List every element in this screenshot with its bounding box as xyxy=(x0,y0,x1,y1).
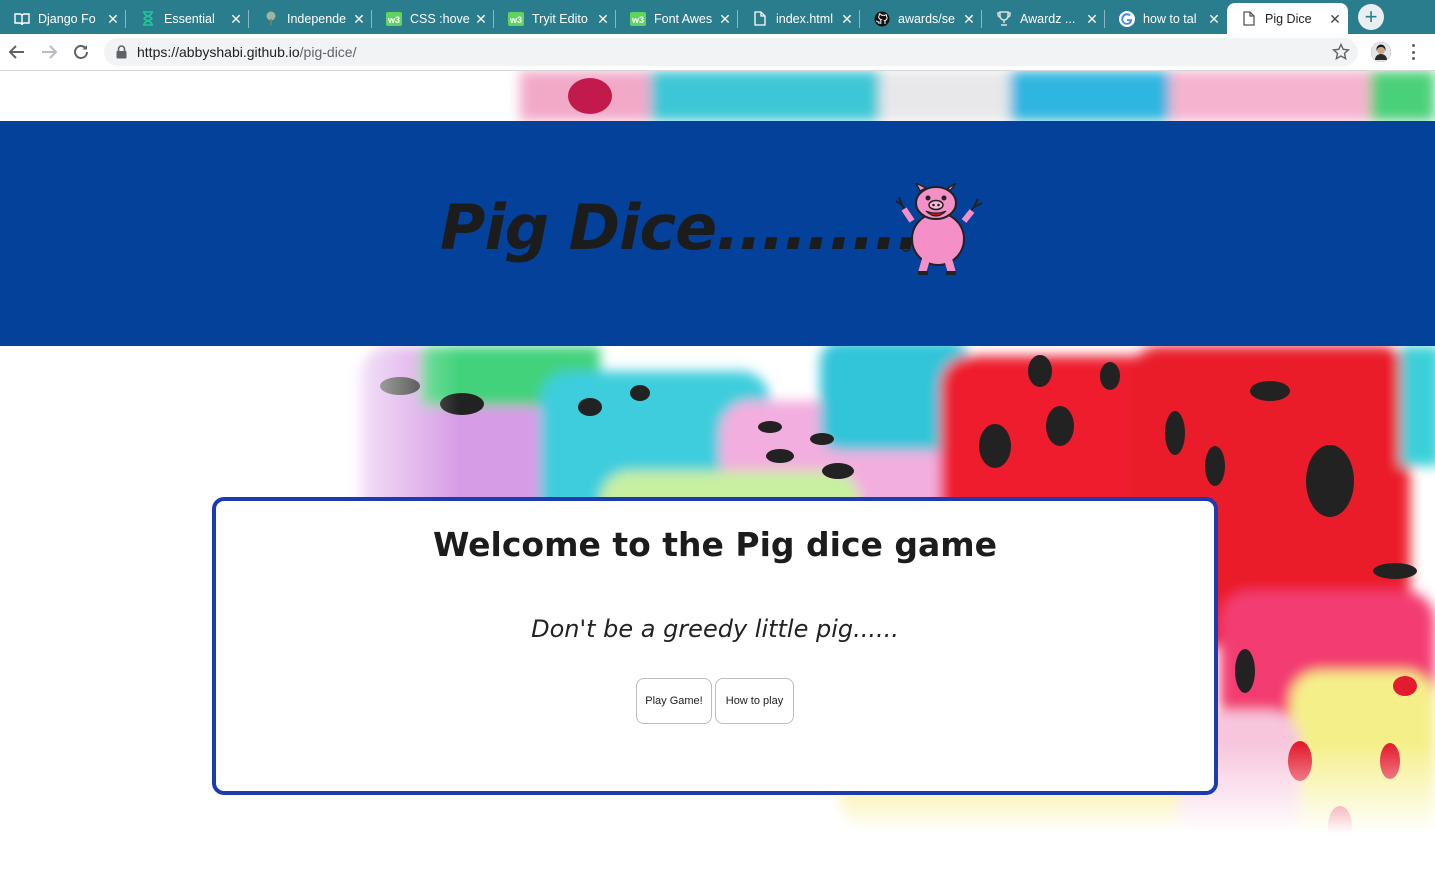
close-tab-icon[interactable]: ✕ xyxy=(962,12,976,26)
tab-title: Font Awes xyxy=(654,11,713,26)
browser-menu-button[interactable] xyxy=(1404,41,1422,63)
tab-title: Django Fo xyxy=(38,11,96,26)
tree-icon xyxy=(263,11,279,27)
svg-text:w3: w3 xyxy=(509,15,522,25)
site-title: Pig Dice.......... xyxy=(440,191,943,264)
close-tab-icon[interactable]: ✕ xyxy=(1328,12,1342,26)
new-tab-button[interactable]: + xyxy=(1358,4,1384,30)
arrow-right-icon xyxy=(42,45,58,59)
profile-avatar[interactable] xyxy=(1371,42,1391,62)
pig-mascot-icon xyxy=(895,183,983,275)
url-path: /pig-dice/ xyxy=(299,44,357,60)
book-icon xyxy=(14,11,30,27)
web-page: Pig Dice.......... Welcome to the Pig di… xyxy=(0,71,1435,891)
tab-title: index.html xyxy=(776,11,833,26)
reload-icon xyxy=(74,45,88,59)
address-bar[interactable]: https://abbyshabi.github.io/pig-dice/ xyxy=(104,38,1358,66)
document-icon xyxy=(1241,11,1257,27)
arrow-left-icon xyxy=(8,45,24,59)
google-icon xyxy=(1119,10,1135,27)
bookmark-star-icon[interactable] xyxy=(1331,42,1351,64)
avatar-icon xyxy=(1371,42,1391,62)
close-tab-icon[interactable]: ✕ xyxy=(718,12,732,26)
tab-index-html[interactable]: index.html ✕ xyxy=(738,3,860,34)
tab-title: awards/se xyxy=(898,11,955,26)
close-tab-icon[interactable]: ✕ xyxy=(229,12,243,26)
hourglass-icon xyxy=(140,11,156,27)
svg-text:w3: w3 xyxy=(387,15,400,25)
close-tab-icon[interactable]: ✕ xyxy=(840,12,854,26)
document-icon xyxy=(752,11,768,27)
close-tab-icon[interactable]: ✕ xyxy=(106,12,120,26)
back-button[interactable] xyxy=(5,40,29,64)
svg-text:w3: w3 xyxy=(631,15,644,25)
tab-awardz[interactable]: Awardz ... ✕ xyxy=(982,3,1105,34)
tab-title: Essential xyxy=(164,11,215,26)
close-tab-icon[interactable]: ✕ xyxy=(1207,12,1221,26)
lock-icon[interactable] xyxy=(116,45,127,59)
welcome-heading: Welcome to the Pig dice game xyxy=(432,525,998,564)
close-tab-icon[interactable]: ✕ xyxy=(474,12,488,26)
tab-strip: Django Fo ✕ Essential ✕ Independe ✕ w3 C… xyxy=(0,0,1435,34)
tab-css-hover[interactable]: w3 CSS :hove ✕ xyxy=(372,3,494,34)
tab-django[interactable]: Django Fo ✕ xyxy=(0,3,126,34)
tab-awards-github[interactable]: awards/se ✕ xyxy=(860,3,982,34)
how-to-play-button[interactable]: How to play xyxy=(715,678,794,724)
tab-title: Pig Dice xyxy=(1265,11,1312,26)
tab-pig-dice[interactable]: Pig Dice ✕ xyxy=(1227,3,1348,34)
tab-independent[interactable]: Independe ✕ xyxy=(249,3,372,34)
close-tab-icon[interactable]: ✕ xyxy=(596,12,610,26)
w3schools-icon: w3 xyxy=(508,11,524,27)
trophy-icon xyxy=(996,11,1012,27)
close-tab-icon[interactable]: ✕ xyxy=(1085,12,1099,26)
github-icon xyxy=(874,11,890,27)
tab-title: Awardz ... xyxy=(1020,11,1076,26)
browser-toolbar: https://abbyshabi.github.io/pig-dice/ xyxy=(0,34,1435,71)
tab-font-awesome[interactable]: w3 Font Awes ✕ xyxy=(616,3,738,34)
tab-title: how to tal xyxy=(1143,11,1197,26)
w3schools-icon: w3 xyxy=(630,11,646,27)
tab-tryit-editor[interactable]: w3 Tryit Edito ✕ xyxy=(494,3,616,34)
close-tab-icon[interactable]: ✕ xyxy=(352,12,366,26)
tab-essential[interactable]: Essential ✕ xyxy=(126,3,249,34)
reload-button[interactable] xyxy=(69,40,93,64)
w3schools-icon: w3 xyxy=(386,11,402,27)
tagline: Don't be a greedy little pig...... xyxy=(531,615,899,643)
tab-title: Independe xyxy=(287,11,347,26)
tab-title: Tryit Edito xyxy=(532,11,588,26)
tab-google-search[interactable]: how to tal ✕ xyxy=(1105,3,1227,34)
welcome-card: Welcome to the Pig dice game Don't be a … xyxy=(212,497,1218,795)
play-game-button[interactable]: Play Game! xyxy=(636,678,712,724)
tab-title: CSS :hove xyxy=(410,11,470,26)
forward-button[interactable] xyxy=(37,40,61,64)
site-header: Pig Dice.......... xyxy=(0,121,1435,346)
url-host: https://abbyshabi.github.io xyxy=(137,44,300,60)
